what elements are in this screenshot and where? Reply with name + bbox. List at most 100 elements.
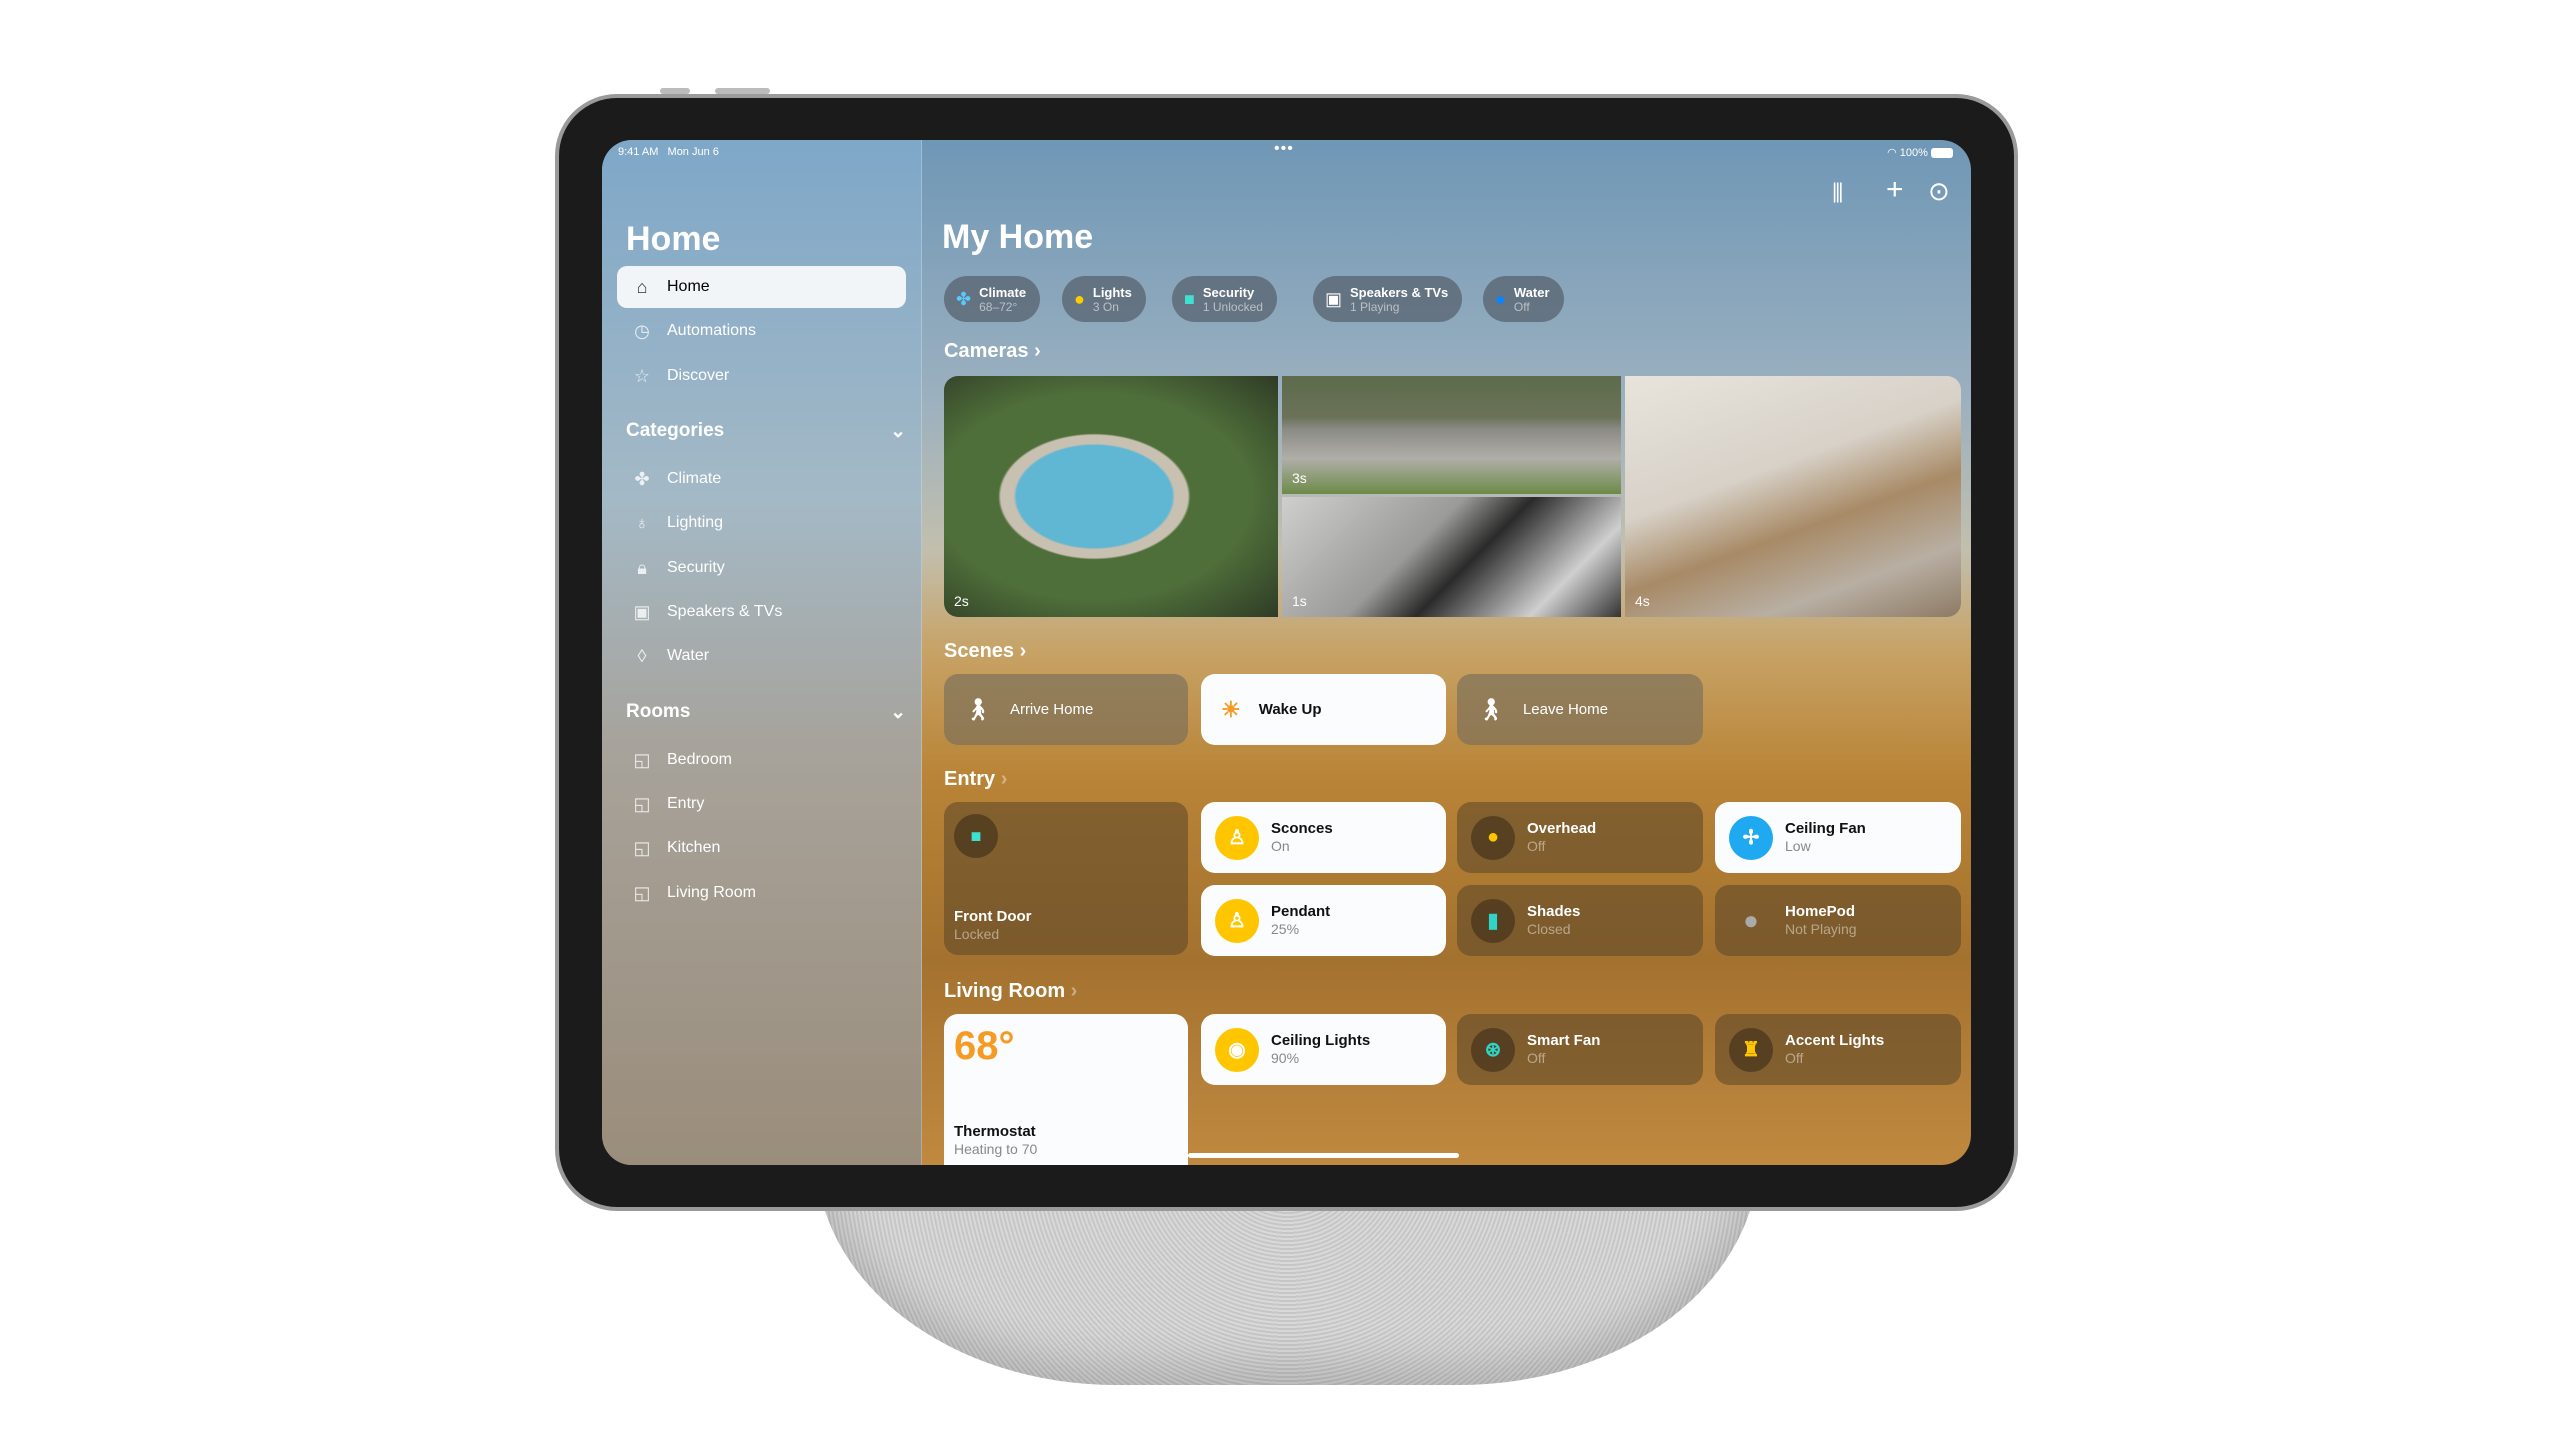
sidebar: 9:41 AM Mon Jun 6 Home ⌂ Home ◷ Automation… — [602, 140, 922, 1165]
label: Rooms — [626, 701, 691, 722]
tile-thermostat[interactable]: 68° Thermostat Heating to 70 — [944, 1014, 1188, 1165]
tile-smart-fan[interactable]: ⊛ Smart Fan Off — [1457, 1014, 1703, 1085]
sidebar-item-discover[interactable]: ☆ Discover — [617, 355, 906, 397]
tile-front-door[interactable]: ■ Front Door Locked — [944, 802, 1188, 955]
sidebar-item-kitchen[interactable]: ◱ Kitchen — [617, 827, 906, 869]
sidebar-item-security[interactable]: 🔒︎ Security — [617, 547, 906, 589]
camera-feed-pool[interactable]: 2s — [944, 376, 1278, 617]
camera-feed-garage[interactable]: 1s — [1282, 497, 1621, 617]
chip-speakers-tvs[interactable]: ▣ Speakers & TVs 1 Playing — [1313, 276, 1463, 322]
value: Not Playing — [1785, 921, 1857, 937]
clock-icon: ◷ — [634, 320, 650, 341]
label: Categories — [626, 420, 725, 441]
bulb-icon: ● — [1074, 288, 1085, 309]
chip-title: Water — [1513, 284, 1550, 300]
camera-feed-driveway[interactable]: 3s — [1282, 376, 1621, 494]
bulb-icon: ♁ — [635, 512, 649, 533]
name: Smart Fan — [1527, 1032, 1601, 1049]
more-icon[interactable]: ⊙ — [1928, 176, 1950, 207]
tile-sconces[interactable]: ♙ Sconces On — [1201, 802, 1446, 873]
intercom-waveform-icon[interactable]: ⦀ — [1832, 178, 1843, 210]
room-icon: ◱ — [633, 882, 651, 903]
name: HomePod — [1785, 903, 1856, 920]
chevron-down-icon: ⌄ — [890, 702, 906, 723]
page-title: My Home — [942, 218, 1094, 256]
status-time: 9:41 AM Mon Jun 6 — [618, 146, 719, 158]
label: Automations — [667, 322, 756, 339]
pendant-light-icon: ♙ — [1215, 898, 1259, 943]
tile-shades[interactable]: ▮ Shades Closed — [1457, 885, 1703, 956]
tile-accent-lights[interactable]: ♜ Accent Lights Off — [1715, 1014, 1961, 1085]
lock-icon: 🔒︎ — [637, 557, 647, 578]
lock-icon: ■ — [1184, 288, 1195, 309]
speaker-icon: ▣ — [1325, 288, 1343, 309]
tile-pendant[interactable]: ♙ Pendant 25% — [1201, 885, 1446, 956]
sidebar-item-home[interactable]: ⌂ Home — [617, 266, 906, 308]
scene-wake-up[interactable]: ☀ Wake Up — [1201, 674, 1446, 745]
name: Front Door — [954, 908, 1032, 925]
chip-title: Security — [1202, 284, 1255, 300]
value: Locked — [954, 926, 1000, 942]
tile-homepod[interactable]: ● HomePod Not Playing — [1715, 885, 1961, 956]
add-icon[interactable]: + — [1886, 173, 1904, 207]
chip-climate[interactable]: ✤ Climate 68–72° — [944, 276, 1041, 322]
fan-icon: ✤ — [956, 288, 972, 309]
label: Kitchen — [667, 839, 721, 856]
room-icon: ◱ — [633, 837, 651, 858]
fan-icon: ⊛ — [1471, 1027, 1515, 1072]
tile-ceiling-lights[interactable]: ◉ Ceiling Lights 90% — [1201, 1014, 1446, 1085]
chip-security[interactable]: ■ Security 1 Unlocked — [1172, 276, 1277, 322]
living-room-header[interactable]: Living Room › — [944, 980, 1077, 1003]
walking-person-icon: 🚶︎ — [1477, 696, 1505, 722]
label: Home — [667, 278, 710, 295]
sidebar-item-speakers[interactable]: ▣ Speakers & TVs — [617, 591, 906, 633]
label: Speakers & TVs — [667, 603, 783, 620]
name: Overhead — [1527, 820, 1597, 837]
screen: 9:41 AM Mon Jun 6 Home ⌂ Home ◷ Automation… — [602, 140, 1971, 1165]
chip-lights[interactable]: ● Lights 3 On — [1062, 276, 1146, 322]
label: Wake Up — [1258, 701, 1322, 718]
value: 90% — [1271, 1050, 1300, 1066]
tile-overhead[interactable]: ● Overhead Off — [1457, 802, 1703, 873]
multitasking-dots[interactable]: ••• — [1274, 140, 1294, 158]
chip-title: Speakers & TVs — [1350, 284, 1449, 300]
camera-grid: 2s 3s 1s 4s — [944, 376, 1961, 617]
camera-feed-living-room[interactable]: 4s — [1625, 376, 1961, 617]
scenes-header[interactable]: Scenes › — [944, 640, 1026, 663]
sidebar-item-bedroom[interactable]: ◱ Bedroom — [617, 739, 906, 781]
label: Entry — [667, 795, 705, 812]
scene-arrive-home[interactable]: 🚶︎ Arrive Home — [944, 674, 1188, 745]
wifi-icon: ◠ — [1887, 147, 1897, 159]
name: Ceiling Lights — [1271, 1032, 1371, 1049]
rooms-header[interactable]: Rooms ⌄ — [626, 701, 906, 724]
label: Security — [667, 559, 725, 576]
chip-sub: Off — [1513, 299, 1530, 314]
entry-header[interactable]: Entry › — [944, 768, 1007, 791]
chip-sub: 1 Unlocked — [1202, 299, 1263, 314]
sidebar-item-living-room[interactable]: ◱ Living Room — [617, 872, 906, 914]
sidebar-title: Home — [626, 220, 721, 258]
lock-icon: ■ — [954, 814, 998, 858]
walking-person-icon: 🚶︎ — [964, 696, 992, 722]
label: Bedroom — [667, 751, 732, 768]
name: Shades — [1527, 903, 1581, 920]
sidebar-item-automations[interactable]: ◷ Automations — [617, 310, 906, 352]
scene-leave-home[interactable]: 🚶︎ Leave Home — [1457, 674, 1703, 745]
sidebar-item-entry[interactable]: ◱ Entry — [617, 783, 906, 825]
chip-sub: 3 On — [1092, 299, 1119, 314]
categories-header[interactable]: Categories ⌄ — [626, 420, 906, 443]
label: Discover — [667, 367, 730, 384]
chip-title: Lights — [1092, 284, 1132, 300]
chip-water[interactable]: ● Water Off — [1483, 276, 1564, 322]
sidebar-item-climate[interactable]: ✤ Climate — [617, 458, 906, 500]
sidebar-item-water[interactable]: ◊ Water — [617, 635, 906, 677]
value: Heating to 70 — [954, 1141, 1038, 1157]
sidebar-item-lighting[interactable]: ♁ Lighting — [617, 502, 906, 544]
tile-ceiling-fan[interactable]: ✢ Ceiling Fan Low — [1715, 802, 1961, 873]
value: Off — [1785, 1050, 1804, 1066]
home-indicator[interactable] — [1188, 1153, 1459, 1158]
cameras-header[interactable]: Cameras › — [944, 340, 1041, 363]
label: Water — [667, 647, 710, 664]
value: Low — [1785, 838, 1811, 854]
speaker-icon: ▣ — [633, 601, 651, 622]
